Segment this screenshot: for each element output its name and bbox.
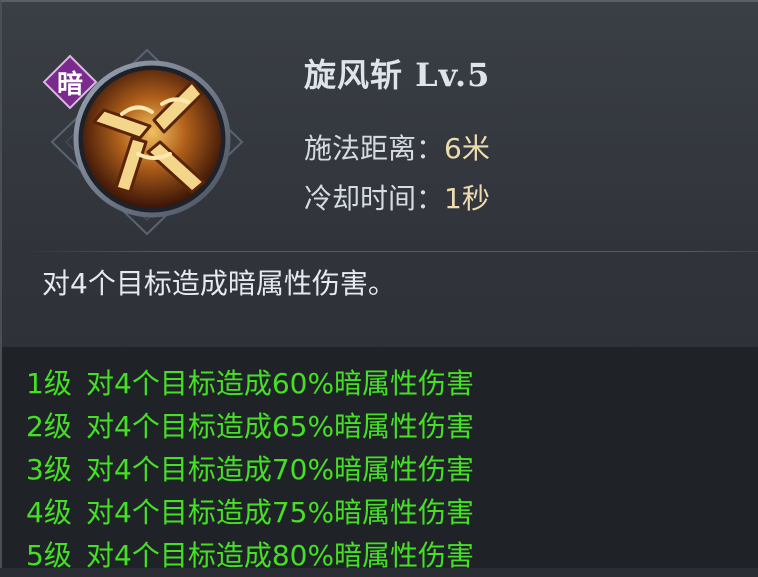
level-effect: 对4个目标造成65%暗属性伤害 [86, 410, 475, 443]
level-effect: 对4个目标造成70%暗属性伤害 [86, 453, 475, 486]
level-effect: 对4个目标造成75%暗属性伤害 [86, 496, 475, 529]
level-effects-list: 1级 对4个目标造成60%暗属性伤害 2级 对4个目标造成65%暗属性伤害 3级 对4… [2, 347, 758, 572]
element-badge-label: 暗 [57, 70, 83, 100]
skill-description: 对4个目标造成暗属性伤害。 [42, 267, 396, 300]
level-row: 3级 对4个目标造成70%暗属性伤害 [26, 448, 758, 491]
skill-icon: 暗 [42, 48, 244, 236]
level-number: 2级 [26, 410, 72, 443]
level-number: 3级 [26, 453, 72, 486]
cast-range-label: 施法距离： [304, 132, 445, 165]
skill-title: 旋风斩 Lv.5 [304, 56, 491, 94]
cooldown: 冷却时间：1秒 [304, 177, 490, 217]
skill-tooltip: 暗 旋风斩 Lv.5 施法距离：6米 冷却时间：1秒 对4个目标造成暗属性伤害。… [0, 0, 758, 572]
cooldown-label: 冷却时间： [304, 182, 445, 215]
level-effect: 对4个目标造成80%暗属性伤害 [86, 539, 475, 572]
level-row: 4级 对4个目标造成75%暗属性伤害 [26, 491, 758, 534]
cooldown-value: 1秒 [444, 182, 490, 215]
level-row: 5级 对4个目标造成80%暗属性伤害 [26, 534, 758, 577]
level-row: 1级 对4个目标造成60%暗属性伤害 [26, 362, 758, 405]
cast-range-value: 6米 [444, 132, 490, 165]
level-number: 1级 [26, 367, 72, 400]
level-row: 2级 对4个目标造成65%暗属性伤害 [26, 405, 758, 448]
level-effect: 对4个目标造成60%暗属性伤害 [86, 367, 475, 400]
skill-icon-frame: 暗 [42, 42, 252, 242]
level-number: 4级 [26, 496, 72, 529]
divider [22, 251, 758, 252]
cast-range: 施法距离：6米 [304, 127, 490, 167]
level-number: 5级 [26, 539, 72, 572]
